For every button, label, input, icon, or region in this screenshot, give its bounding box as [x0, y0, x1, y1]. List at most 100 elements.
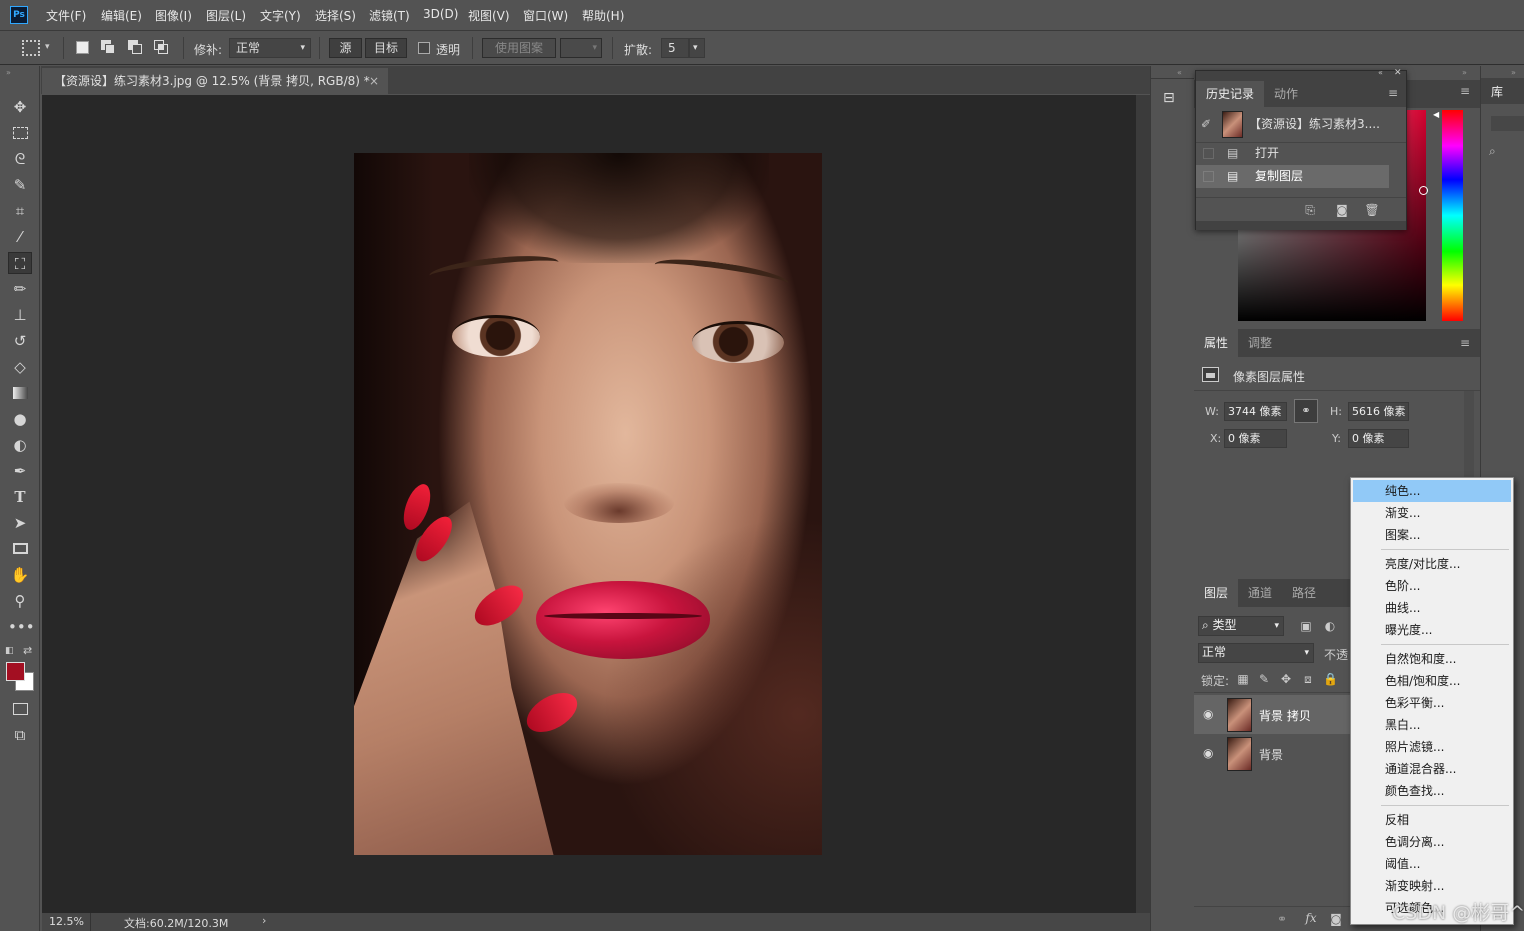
intersect-selection-icon[interactable]: [154, 40, 168, 54]
status-menu-icon[interactable]: ›: [262, 914, 266, 927]
rectangle-tool-icon[interactable]: [8, 538, 32, 560]
menu-image[interactable]: 图像(I): [155, 7, 192, 24]
menu-item-gradient[interactable]: 渐变...: [1353, 502, 1511, 524]
x-input[interactable]: 0 像素: [1224, 429, 1287, 448]
dodge-tool-icon[interactable]: ◐: [8, 434, 32, 456]
diffusion-dropdown[interactable]: ▾: [689, 38, 705, 58]
menu-help[interactable]: 帮助(H): [582, 7, 624, 24]
eraser-tool-icon[interactable]: ◇: [8, 356, 32, 378]
new-document-from-state-icon[interactable]: ⎘: [1302, 202, 1318, 218]
menu-window[interactable]: 窗口(W): [523, 7, 568, 24]
menu-item-vibrance[interactable]: 自然饱和度...: [1353, 648, 1511, 670]
tab-history[interactable]: 历史记录: [1196, 81, 1265, 107]
color-picker-handle[interactable]: [1419, 186, 1428, 195]
layer-name[interactable]: 背景 拷贝: [1259, 707, 1311, 724]
photoshop-logo[interactable]: Ps: [10, 6, 28, 24]
screen-mode-icon[interactable]: ⧉: [8, 724, 32, 746]
pen-tool-icon[interactable]: ✒: [8, 460, 32, 482]
search-icon[interactable]: ⌕: [1489, 144, 1496, 159]
link-dimensions-icon[interactable]: ⚭: [1294, 399, 1318, 423]
history-item-duplicate-layer[interactable]: ▤ 复制图层: [1196, 165, 1389, 188]
history-brush-tool-icon[interactable]: ↺: [8, 330, 32, 352]
lock-image-icon[interactable]: ✎: [1257, 671, 1271, 687]
history-item-open[interactable]: ▤ 打开: [1196, 142, 1406, 165]
tab-actions[interactable]: 动作: [1264, 81, 1308, 107]
collapse-icon[interactable]: «: [1378, 68, 1383, 77]
menu-item-channel-mixer[interactable]: 通道混合器...: [1353, 758, 1511, 780]
menu-item-color-balance[interactable]: 色彩平衡...: [1353, 692, 1511, 714]
menu-item-curves[interactable]: 曲线...: [1353, 597, 1511, 619]
gradient-tool-icon[interactable]: [8, 382, 32, 404]
layer-filter-select[interactable]: ⌕ 类型 ▾: [1198, 616, 1284, 636]
width-input[interactable]: 3744 像素: [1224, 402, 1287, 421]
brush-tool-icon[interactable]: ✏: [8, 278, 32, 300]
menu-select[interactable]: 选择(S): [315, 7, 356, 24]
menu-item-pattern[interactable]: 图案...: [1353, 524, 1511, 546]
lock-artboard-icon[interactable]: ⧈: [1301, 671, 1315, 687]
trash-icon[interactable]: 🗑: [1364, 202, 1380, 218]
panel-grip[interactable]: « ✕: [1196, 68, 1406, 81]
tab-channels[interactable]: 通道: [1238, 579, 1282, 607]
layer-row-background[interactable]: ◉ 背景: [1194, 734, 1354, 773]
history-source-checkbox[interactable]: [1203, 171, 1214, 182]
menu-filter[interactable]: 滤镜(T): [369, 7, 410, 24]
diffusion-input[interactable]: 5: [661, 38, 689, 58]
quick-mask-icon[interactable]: [8, 698, 32, 720]
target-button[interactable]: 目标: [365, 38, 407, 58]
menu-item-levels[interactable]: 色阶...: [1353, 575, 1511, 597]
tab-properties[interactable]: 属性: [1194, 329, 1239, 357]
lock-all-icon[interactable]: 🔒: [1323, 671, 1338, 687]
swap-colors-icon[interactable]: ⇄: [23, 644, 32, 657]
add-selection-icon[interactable]: [101, 40, 115, 54]
menu-3d[interactable]: 3D(D): [423, 7, 458, 21]
collapse-icon[interactable]: »: [1511, 68, 1516, 77]
vertical-scrollbar[interactable]: [1136, 95, 1150, 913]
menu-item-gradient-map[interactable]: 渐变映射...: [1353, 875, 1511, 897]
y-input[interactable]: 0 像素: [1348, 429, 1409, 448]
fx-icon[interactable]: fx: [1302, 910, 1320, 926]
more-tools-icon[interactable]: •••: [8, 616, 35, 638]
layer-row-background-copy[interactable]: ◉ 背景 拷贝: [1194, 695, 1354, 734]
menu-item-color-lookup[interactable]: 颜色查找...: [1353, 780, 1511, 802]
menu-item-exposure[interactable]: 曝光度...: [1353, 619, 1511, 641]
lasso-tool-icon[interactable]: ᘓ: [8, 148, 32, 170]
layer-name[interactable]: 背景: [1259, 746, 1283, 763]
document-image[interactable]: [354, 153, 822, 855]
patch-mode-select[interactable]: 正常 ▾: [229, 38, 311, 58]
properties-menu-icon[interactable]: ≡: [1460, 336, 1470, 350]
menu-item-black-white[interactable]: 黑白...: [1353, 714, 1511, 736]
history-source-checkbox[interactable]: [1203, 148, 1214, 159]
default-colors-icon[interactable]: ◧: [5, 646, 14, 656]
library-select[interactable]: [1491, 116, 1524, 131]
menu-item-photo-filter[interactable]: 照片滤镜...: [1353, 736, 1511, 758]
history-menu-icon[interactable]: ≡: [1388, 86, 1398, 100]
tab-adjustments[interactable]: 调整: [1238, 329, 1282, 357]
new-selection-icon[interactable]: [76, 41, 89, 54]
lock-transparent-icon[interactable]: ▦: [1236, 671, 1250, 687]
collapse-icon[interactable]: «: [1177, 68, 1182, 77]
document-tab[interactable]: 【资源设】练习素材3.jpg @ 12.5% (背景 拷贝, RGB/8) * …: [42, 68, 388, 94]
zoom-level[interactable]: 12.5%: [49, 915, 84, 928]
patch-tool-preset-icon[interactable]: [22, 40, 40, 56]
history-snapshot[interactable]: ✐ 【资源设】练习素材3....: [1196, 107, 1406, 141]
clone-stamp-tool-icon[interactable]: ⊥: [8, 304, 32, 326]
menu-view[interactable]: 视图(V): [468, 7, 510, 24]
menu-item-posterize[interactable]: 色调分离...: [1353, 831, 1511, 853]
hand-tool-icon[interactable]: ✋: [8, 564, 32, 586]
panel-resize-grip[interactable]: [1196, 221, 1406, 230]
camera-snapshot-icon[interactable]: ◙: [1334, 202, 1350, 218]
crop-tool-icon[interactable]: ⌗: [8, 200, 32, 222]
blur-tool-icon[interactable]: ●: [8, 408, 32, 430]
move-tool-icon[interactable]: ✥: [8, 96, 32, 118]
tab-library[interactable]: 库: [1491, 83, 1503, 100]
foreground-color-swatch[interactable]: [6, 662, 25, 681]
visibility-eye-icon[interactable]: ◉: [1203, 707, 1213, 721]
menu-item-threshold[interactable]: 阈值...: [1353, 853, 1511, 875]
menu-item-invert[interactable]: 反相: [1353, 809, 1511, 831]
menu-edit[interactable]: 编辑(E): [101, 7, 142, 24]
visibility-eye-icon[interactable]: ◉: [1203, 746, 1213, 760]
collapse-icon[interactable]: »: [6, 68, 11, 77]
path-selection-tool-icon[interactable]: ➤: [8, 512, 32, 534]
hue-slider[interactable]: [1442, 110, 1463, 321]
patch-tool-icon[interactable]: ⛶: [8, 252, 32, 274]
